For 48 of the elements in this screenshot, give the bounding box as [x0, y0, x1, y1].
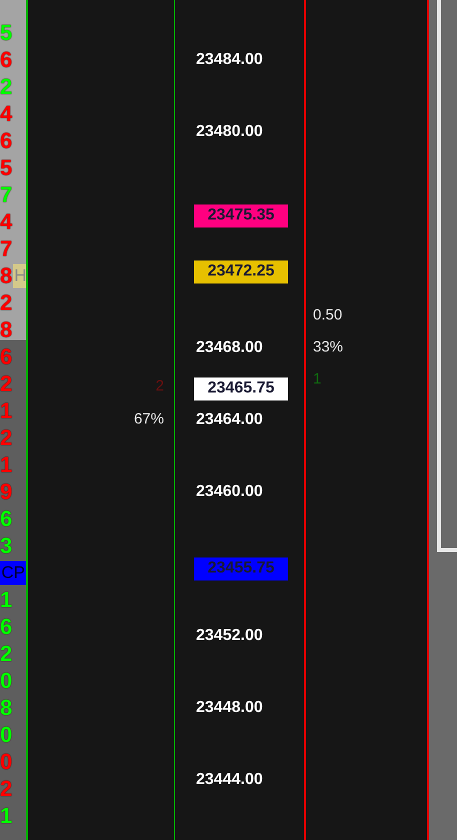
volume-value: 6: [0, 48, 12, 70]
volume-value: 2: [0, 778, 12, 800]
volume-value: 2: [0, 372, 12, 394]
volume-value: 4: [0, 210, 12, 232]
stat-value: 2: [156, 378, 164, 394]
volume-value: 1: [0, 454, 12, 476]
close-tag: CP: [0, 560, 26, 584]
volume-value: 8: [0, 264, 12, 286]
volume-value: 4: [0, 102, 12, 124]
volume-value: 1: [0, 588, 12, 610]
price-marker: 23465.75: [194, 377, 288, 400]
volume-value: 3: [0, 534, 12, 556]
volume-value: 2: [0, 76, 12, 98]
volume-value: 8: [0, 696, 12, 718]
price-marker: 23455.75: [194, 557, 288, 580]
volume-value: 8: [0, 318, 12, 340]
price-label: 23484.00: [196, 52, 263, 68]
price-label: 23480.00: [196, 124, 263, 140]
price-label: 23468.00: [196, 340, 263, 356]
volume-value: 7: [0, 238, 12, 260]
volume-value: 1: [0, 400, 12, 422]
stat-value: 67%: [134, 412, 164, 426]
high-tag: H: [13, 264, 26, 288]
price-label: 23452.00: [196, 628, 263, 644]
price-label: 23448.00: [196, 700, 263, 716]
volume-value: 0: [0, 750, 12, 772]
stat-value: 0.50: [313, 308, 342, 322]
stat-value: 33%: [313, 340, 344, 354]
price-marker: 23475.35: [194, 204, 288, 228]
price-label: 23444.00: [196, 772, 263, 788]
volume-value: 0: [0, 670, 12, 692]
volume-value: 5: [0, 22, 12, 44]
volume-value: 9: [0, 480, 12, 502]
volume-value: 1: [0, 804, 12, 826]
price-label: 23464.00: [196, 412, 263, 428]
volume-value: 6: [0, 616, 12, 638]
volume-value: 2: [0, 642, 12, 664]
volume-value: 6: [0, 346, 12, 368]
stat-value: 1: [313, 372, 322, 386]
price-marker: 23472.25: [194, 260, 288, 283]
volume-value: 5: [0, 156, 12, 178]
price-label: 23460.00: [196, 484, 263, 500]
volume-value: 2: [0, 426, 12, 448]
volume-value: 6: [0, 130, 12, 152]
volume-value: 7: [0, 184, 12, 206]
volume-value: 2: [0, 292, 12, 314]
volume-value: 6: [0, 508, 12, 530]
volume-value: 0: [0, 724, 12, 746]
